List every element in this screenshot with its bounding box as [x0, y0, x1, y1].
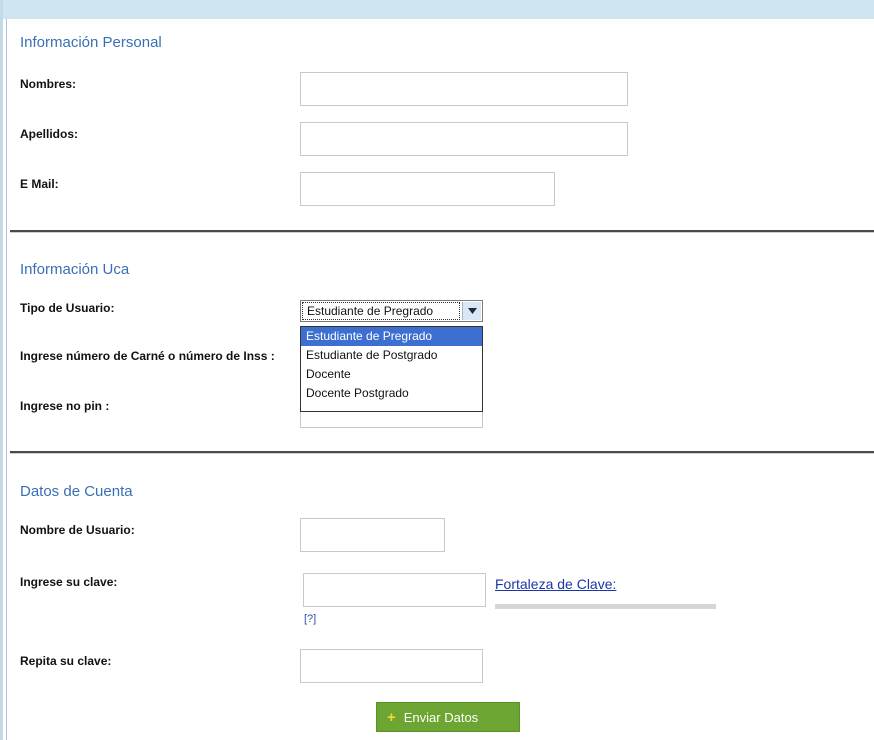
- repita-clave-input[interactable]: [300, 649, 483, 683]
- divider: [10, 230, 874, 233]
- help-link[interactable]: [?]: [304, 613, 316, 625]
- option-docente-postgrado[interactable]: Docente Postgrado: [301, 384, 482, 403]
- password-strength-bar: [495, 604, 716, 609]
- left-border: [0, 0, 3, 740]
- chevron-down-icon: [467, 308, 477, 314]
- usuario-input[interactable]: [300, 518, 445, 552]
- apellidos-label: Apellidos:: [20, 127, 79, 141]
- section-title-personal: Información Personal: [20, 34, 162, 51]
- select-arrow-button[interactable]: [462, 302, 481, 320]
- apellidos-input[interactable]: [300, 122, 628, 156]
- clave-input[interactable]: [303, 573, 486, 607]
- submit-button[interactable]: + Enviar Datos: [376, 702, 520, 732]
- plus-icon: +: [387, 708, 396, 726]
- tipo-usuario-selected-value: Estudiante de Pregrado: [302, 302, 460, 320]
- divider: [10, 451, 874, 454]
- usuario-label: Nombre de Usuario:: [20, 523, 135, 537]
- top-banner: [0, 0, 874, 19]
- email-input[interactable]: [300, 172, 555, 206]
- section-title-uca: Información Uca: [20, 261, 130, 278]
- password-strength-link[interactable]: Fortaleza de Clave:: [495, 576, 616, 592]
- section-title-cuenta: Datos de Cuenta: [20, 483, 133, 500]
- option-docente[interactable]: Docente: [301, 365, 482, 384]
- pin-label: Ingrese no pin :: [20, 399, 110, 413]
- repita-clave-label: Repita su clave:: [20, 654, 112, 668]
- option-estudiante-pregrado[interactable]: Estudiante de Pregrado: [301, 327, 482, 346]
- submit-label: Enviar Datos: [403, 709, 479, 725]
- clave-label: Ingrese su clave:: [20, 575, 118, 589]
- nombres-input[interactable]: [300, 72, 628, 106]
- tipo-usuario-select[interactable]: Estudiante de Pregrado: [300, 300, 483, 322]
- tipo-usuario-label: Tipo de Usuario:: [20, 301, 115, 315]
- option-estudiante-postgrado[interactable]: Estudiante de Postgrado: [301, 346, 482, 365]
- carne-label: Ingrese número de Carné o número de Inss…: [20, 349, 275, 363]
- nombres-label: Nombres:: [20, 77, 77, 91]
- email-label: E Mail:: [20, 177, 59, 191]
- tipo-usuario-dropdown[interactable]: Estudiante de Pregrado Estudiante de Pos…: [300, 326, 483, 412]
- left-border-line: [6, 19, 7, 740]
